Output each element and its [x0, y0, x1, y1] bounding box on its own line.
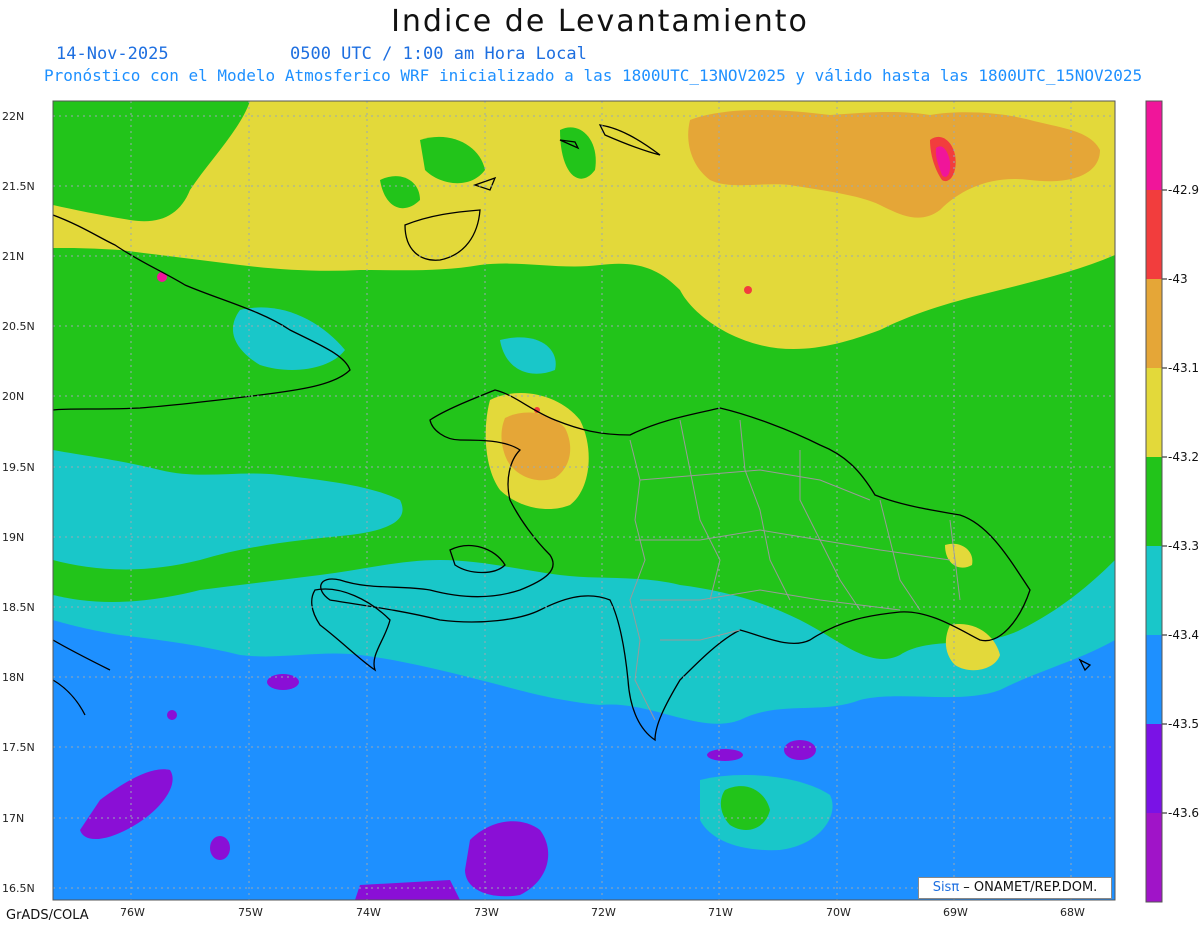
latitude-axis: 22N 21.5N 21N 20.5N 20N 19.5N 19N 18.5N …: [2, 110, 35, 895]
lifted-index-map: 22N 21.5N 21N 20.5N 20N 19.5N 19N 18.5N …: [2, 100, 1199, 919]
colorbar-swatch: [1146, 190, 1162, 279]
lon-label: 73W: [474, 906, 499, 919]
lat-label: 22N: [2, 110, 24, 123]
colorbar-label: -42.9: [1168, 183, 1199, 197]
purple-blob-5: [784, 740, 816, 760]
field-layers: [53, 101, 1115, 900]
colorbar-label: -43.6: [1168, 806, 1199, 820]
lat-label: 21.5N: [2, 180, 35, 193]
lon-label: 76W: [120, 906, 145, 919]
lat-label: 17N: [2, 812, 24, 825]
lon-label: 68W: [1060, 906, 1085, 919]
lon-label: 69W: [943, 906, 968, 919]
red-cell-north: [744, 286, 752, 294]
colorbar: -42.9 -43 -43.1 -43.2 -43.3 -43.4 -43.5 -43.6: [1145, 100, 1199, 903]
lat-label: 17.5N: [2, 741, 35, 754]
software-label: GrADS/COLA: [6, 908, 89, 923]
lon-label: 72W: [591, 906, 616, 919]
purple-blob-4: [267, 674, 299, 690]
longitude-axis: 76W 75W 74W 73W 72W 71W 70W 69W 68W: [120, 906, 1085, 919]
lat-label: 21N: [2, 250, 24, 263]
lon-label: 70W: [826, 906, 851, 919]
lat-label: 19N: [2, 531, 24, 544]
colorbar-label: -43: [1168, 272, 1188, 286]
credit-text: – ONAMET/REP.DOM.: [959, 880, 1098, 895]
colorbar-swatch: [1146, 101, 1162, 190]
lat-label: 20.5N: [2, 320, 35, 333]
colorbar-swatch: [1146, 635, 1162, 724]
colorbar-swatch: [1146, 368, 1162, 457]
lon-label: 74W: [356, 906, 381, 919]
purple-blob-8: [167, 710, 177, 720]
colorbar-swatch: [1146, 813, 1162, 902]
colorbar-label: -43.4: [1168, 628, 1199, 642]
purple-blob-6: [707, 749, 743, 761]
colorbar-swatch: [1146, 279, 1162, 368]
credit-box: Sisπ – ONAMET/REP.DOM.: [918, 877, 1112, 899]
colorbar-label: -43.3: [1168, 539, 1199, 553]
lat-label: 18N: [2, 671, 24, 684]
purple-blob-7: [210, 836, 230, 860]
lon-label: 71W: [708, 906, 733, 919]
colorbar-label: -43.1: [1168, 361, 1199, 375]
colorbar-swatch: [1146, 546, 1162, 635]
credit-logo: Sisπ: [932, 880, 960, 895]
colorbar-swatch: [1146, 724, 1162, 813]
lat-label: 16.5N: [2, 882, 35, 895]
colorbar-swatch: [1146, 457, 1162, 546]
lat-label: 20N: [2, 390, 24, 403]
lat-label: 19.5N: [2, 461, 35, 474]
colorbar-label: -43.2: [1168, 450, 1199, 464]
lon-label: 75W: [238, 906, 263, 919]
lat-label: 18.5N: [2, 601, 35, 614]
colorbar-label: -43.5: [1168, 717, 1199, 731]
